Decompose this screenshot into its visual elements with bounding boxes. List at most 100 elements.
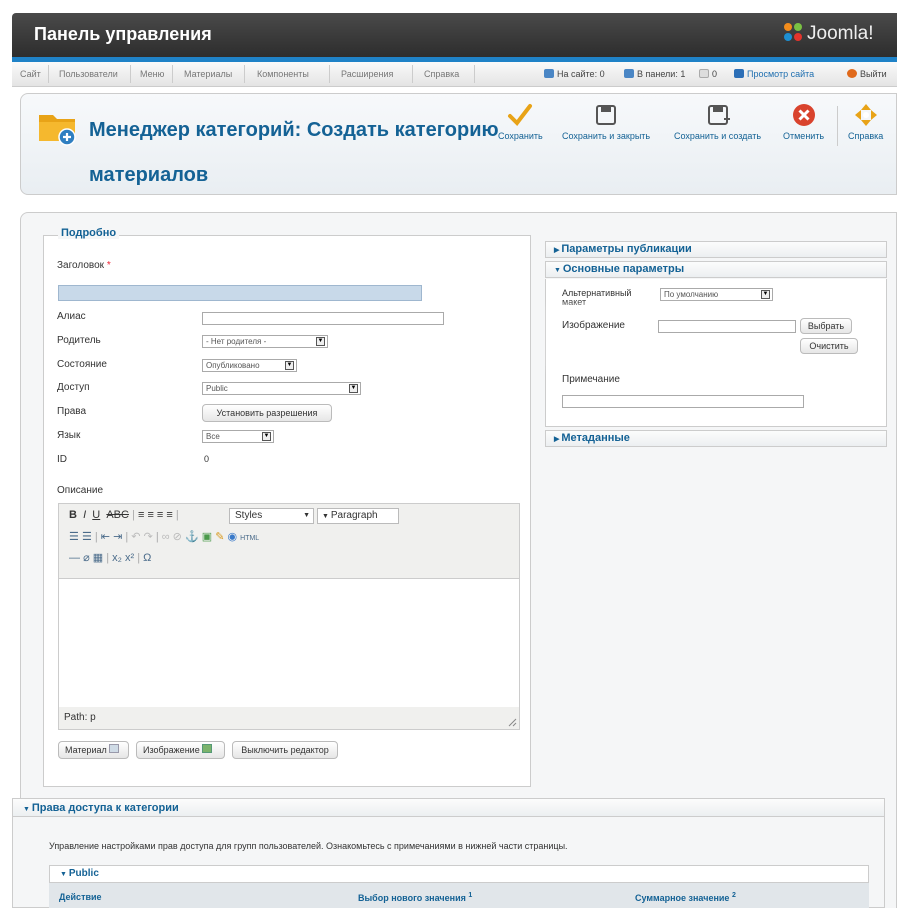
image-icon[interactable]: ▣ bbox=[202, 531, 212, 543]
access-select-value: Public bbox=[206, 384, 228, 393]
id-label: ID bbox=[57, 454, 67, 465]
insert-image-button[interactable]: Изображение bbox=[136, 741, 225, 759]
visual-aid-icon[interactable]: ▦ bbox=[93, 552, 103, 564]
align-left-icon[interactable]: ≡ bbox=[138, 509, 144, 521]
title-label: Заголовок * bbox=[57, 260, 111, 271]
clear-image-button[interactable]: Очистить bbox=[800, 338, 858, 354]
remove-format-icon[interactable]: ⌀ bbox=[83, 552, 90, 564]
bullet-list-icon[interactable]: ☰ bbox=[69, 531, 79, 543]
cleanup-icon[interactable]: ✎ bbox=[215, 531, 224, 543]
toolbar-box: Менеджер категорий: Создать категорию ма… bbox=[20, 93, 897, 195]
align-right-icon[interactable]: ≡ bbox=[157, 509, 163, 521]
users-icon bbox=[544, 69, 554, 78]
view-site-link[interactable]: Просмотр сайта bbox=[734, 69, 814, 79]
title-label-text: Заголовок bbox=[57, 260, 105, 271]
styles-select[interactable]: Styles ▼ bbox=[229, 508, 314, 524]
horizontal-rule-icon[interactable]: — bbox=[69, 552, 80, 564]
styles-select-value: Styles bbox=[235, 510, 263, 521]
basic-params-panel[interactable]: ▼ Основные параметры bbox=[545, 261, 887, 278]
parent-select[interactable]: - Нет родителя - ▼ bbox=[202, 335, 328, 348]
menu-item-components[interactable]: Компоненты bbox=[257, 69, 309, 79]
main-menu: Сайт Пользователи Меню Материалы Компоне… bbox=[12, 62, 897, 87]
publish-params-panel[interactable]: ▶ Параметры публикации bbox=[545, 241, 887, 258]
redo-icon[interactable]: ↷ bbox=[144, 531, 153, 543]
menu-item-site[interactable]: Сайт bbox=[20, 69, 41, 79]
language-select[interactable]: Все ▼ bbox=[202, 430, 274, 443]
indent-icon[interactable]: ⇥ bbox=[113, 531, 122, 543]
superscript-icon[interactable]: x² bbox=[125, 552, 134, 564]
html-icon[interactable]: HTML bbox=[240, 535, 259, 542]
italic-icon[interactable]: I bbox=[83, 509, 86, 521]
article-icon bbox=[109, 744, 120, 753]
menu-item-content[interactable]: Материалы bbox=[184, 69, 232, 79]
note-label: Примечание bbox=[562, 374, 620, 385]
special-char-icon[interactable]: Ω bbox=[143, 552, 151, 564]
menu-item-help[interactable]: Справка bbox=[424, 69, 459, 79]
paragraph-select[interactable]: ▼ Paragraph bbox=[317, 508, 399, 524]
save-button[interactable]: Сохранить bbox=[498, 102, 543, 141]
article-button[interactable]: Материал bbox=[58, 741, 129, 759]
category-add-icon bbox=[39, 115, 76, 146]
save-close-label: Сохранить и закрыть bbox=[562, 131, 651, 141]
chevron-down-icon: ▼ bbox=[285, 361, 294, 370]
subscript-icon[interactable]: x₂ bbox=[112, 552, 122, 564]
undo-icon[interactable]: ↶ bbox=[131, 531, 140, 543]
power-icon bbox=[847, 69, 857, 78]
monitor-icon bbox=[734, 69, 744, 78]
link-icon[interactable]: ∞ bbox=[162, 531, 170, 543]
save-new-button[interactable]: Сохранить и создать bbox=[674, 102, 761, 141]
state-select-value: Опубликовано bbox=[206, 361, 260, 370]
cancel-button[interactable]: Отменить bbox=[783, 102, 824, 141]
editor-content-area[interactable] bbox=[59, 579, 519, 707]
save-close-button[interactable]: Сохранить и закрыть bbox=[562, 102, 650, 141]
help-button[interactable]: Справка bbox=[848, 102, 883, 141]
rights-label: Права bbox=[57, 406, 87, 417]
parent-select-value: - Нет родителя - bbox=[206, 337, 267, 346]
underline-icon[interactable]: U bbox=[92, 509, 100, 521]
required-mark: * bbox=[106, 260, 111, 271]
menu-item-users[interactable]: Пользователи bbox=[59, 69, 118, 79]
select-image-button[interactable]: Выбрать bbox=[800, 318, 852, 334]
state-select[interactable]: Опубликовано ▼ bbox=[202, 359, 297, 372]
outdent-icon[interactable]: ⇤ bbox=[101, 531, 110, 543]
image-label: Изображение bbox=[562, 320, 625, 331]
col-calculated-note: 2 bbox=[731, 892, 736, 899]
access-select[interactable]: Public ▼ bbox=[202, 382, 361, 395]
note-input[interactable] bbox=[562, 395, 804, 408]
joomla-logo[interactable]: Joomla! bbox=[782, 21, 874, 45]
menu-divider bbox=[412, 65, 413, 83]
status-messages[interactable]: 0 bbox=[699, 69, 717, 79]
image-path-input[interactable] bbox=[658, 320, 796, 333]
menu-divider bbox=[48, 65, 49, 83]
set-permissions-button[interactable]: Установить разрешения bbox=[202, 404, 332, 422]
group-public-tab[interactable]: ▼ Public bbox=[49, 865, 869, 883]
logout-link[interactable]: Выйти bbox=[847, 69, 887, 79]
col-calculated: Суммарное значение 2 bbox=[635, 892, 736, 903]
unlink-icon[interactable]: ⊘ bbox=[173, 531, 182, 543]
bold-icon[interactable]: B bbox=[69, 509, 77, 521]
joomla-logo-text: Joomla! bbox=[807, 23, 874, 44]
metadata-panel[interactable]: ▶ Метаданные bbox=[545, 430, 887, 447]
toggle-editor-button[interactable]: Выключить редактор bbox=[232, 741, 338, 759]
menu-item-extensions[interactable]: Расширения bbox=[341, 69, 393, 79]
chevron-down-icon: ▼ bbox=[316, 337, 325, 346]
alt-layout-select-value: По умолчанию bbox=[664, 290, 719, 299]
help-icon[interactable]: ◉ bbox=[227, 531, 237, 543]
col-new-setting-text: Выбор нового значения bbox=[358, 893, 466, 903]
menu-item-menus[interactable]: Меню bbox=[140, 69, 164, 79]
permissions-title: Права доступа к категории bbox=[31, 802, 179, 814]
align-center-icon[interactable]: ≡ bbox=[147, 509, 153, 521]
anchor-icon[interactable]: ⚓ bbox=[185, 531, 199, 543]
alias-input[interactable] bbox=[202, 312, 444, 325]
align-justify-icon[interactable]: ≡ bbox=[166, 509, 172, 521]
publish-params-title: Параметры публикации bbox=[561, 243, 692, 255]
permissions-header[interactable]: ▼ Права доступа к категории bbox=[13, 799, 884, 817]
save-new-label: Сохранить и создать bbox=[674, 131, 762, 141]
resize-handle-icon[interactable] bbox=[508, 718, 517, 727]
strikethrough-icon[interactable]: ABC bbox=[106, 509, 129, 521]
numbered-list-icon[interactable]: ☰ bbox=[82, 531, 92, 543]
alt-layout-select[interactable]: По умолчанию ▼ bbox=[660, 288, 773, 301]
id-value: 0 bbox=[204, 454, 210, 464]
title-input[interactable] bbox=[58, 285, 422, 301]
save-label: Сохранить bbox=[498, 131, 543, 141]
